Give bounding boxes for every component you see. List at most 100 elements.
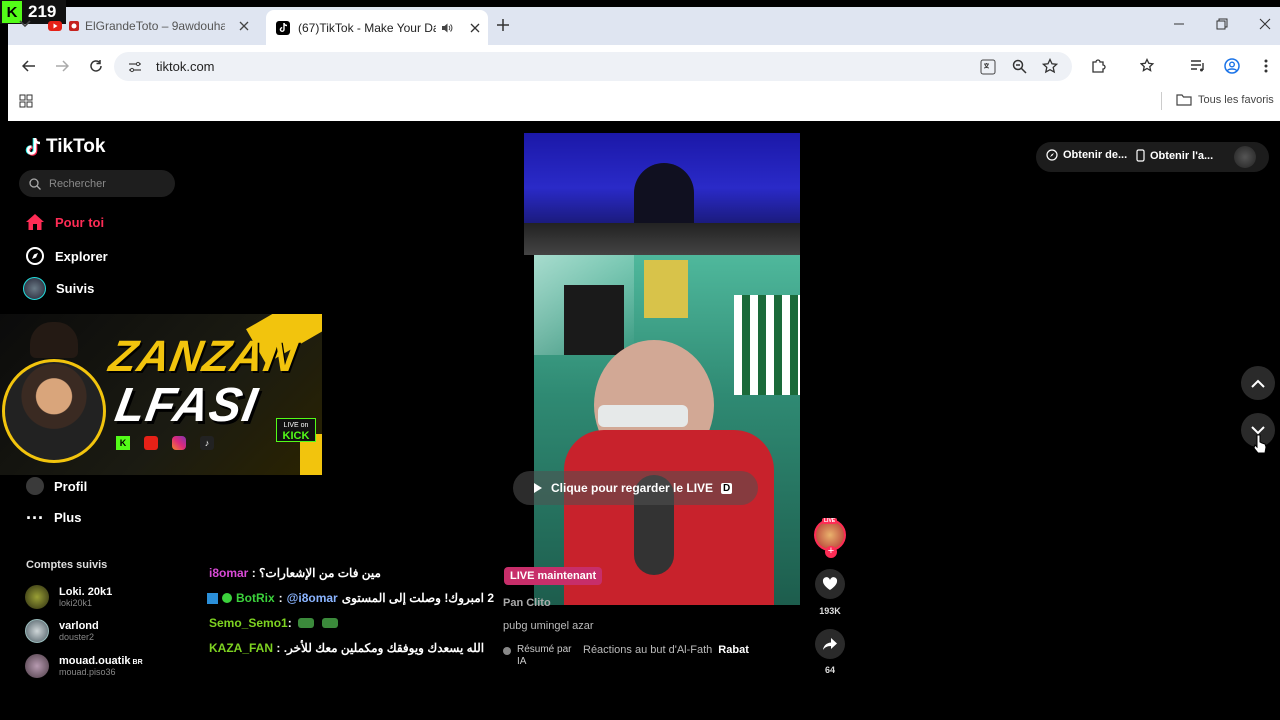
folder-label: Tous les favoris [1198,93,1274,106]
bookmarks-bar [8,88,1280,121]
follow-plus-icon[interactable]: + [825,546,837,558]
account-handle: douster2 [59,632,95,642]
related-text: Réactions au but d'Al-Fath [583,644,713,656]
back-button[interactable] [15,52,43,80]
translate-icon[interactable] [980,59,996,75]
extensions-button[interactable] [1084,52,1112,80]
chat-text: الله يسعدك ويوفقك ومكملين معك للأخر. [283,641,485,655]
avatar [25,619,49,643]
followed-account[interactable]: mouad.ouatik BR mouad.piso36 [25,654,143,678]
video-live-stream[interactable] [534,255,800,605]
speaker-icon[interactable] [441,22,453,34]
followed-account[interactable]: varlond douster2 [25,619,99,643]
chevron-up-icon [1251,379,1265,388]
banner-socials: K ♪ [116,436,214,450]
tab-search-button[interactable] [16,14,34,32]
sunglasses [598,405,688,427]
account-badge: BR [132,659,143,666]
media-control-button[interactable] [1184,52,1212,80]
arrow-right-icon [56,60,69,72]
avatar-live-badge: LIVE [822,518,838,524]
share-icon [823,638,837,650]
nav-label: Profil [54,478,88,494]
restore-button[interactable] [1216,18,1228,30]
zoom-icon[interactable] [1012,59,1027,74]
creator-avatar[interactable]: LIVE + [814,518,846,558]
chat-text: مين فات من الإشعارات؟ [259,566,381,580]
previous-video-button[interactable] [1241,366,1275,400]
new-tab-button[interactable] [496,18,510,32]
chat-user: i8omar [209,566,249,580]
compass-icon [1046,149,1058,161]
like-count: 193K [819,606,841,616]
get-app-label: Obtenir de... [1063,149,1128,161]
chat-message: i8omar : مين فات من الإشعارات؟ [209,566,381,580]
kick-live-badge: LIVE on KICK [276,418,316,442]
folder-icon [1176,94,1192,106]
minimize-button[interactable] [1173,18,1185,30]
window-close-button[interactable] [1259,18,1271,30]
puzzle-icon [1092,59,1106,73]
youtube-icon [144,436,158,450]
kick-live-platform: KICK [282,430,310,442]
account-icon [1224,58,1240,74]
chat-message: Semo_Semo1 : [209,616,338,630]
followed-heading: Comptes suivis [26,559,108,571]
share-button[interactable] [815,629,845,659]
banner-title-line2: LFASI [111,379,262,432]
reload-button[interactable] [82,52,110,80]
chat-mention: @i8omar [286,591,338,605]
close-icon [1259,18,1271,30]
video-description: pubg umingel azar [503,620,594,632]
related-bold: Rabat [718,644,749,656]
all-bookmarks-folder[interactable]: Tous les favoris [1176,93,1274,106]
nav-profil[interactable]: Profil [26,477,87,495]
like-button[interactable] [815,569,845,599]
followed-account[interactable]: Loki. 20k1 loki20k1 [25,585,112,609]
forward-button[interactable] [48,52,76,80]
nav-label: Explorer [55,248,108,264]
dj-deck [524,223,800,255]
bookmarks-divider [1161,92,1162,110]
apps-button[interactable] [19,94,33,108]
close-icon[interactable] [239,21,249,31]
chevron-down-icon [19,20,31,28]
get-desktop-app-button[interactable]: Obtenir de... [1046,149,1127,161]
shortcut-key: D [721,482,733,494]
search-input[interactable]: Rechercher [19,170,175,197]
user-avatar[interactable] [1234,146,1256,168]
tab-title: (67)TikTok - Make Your Day [298,20,436,35]
watch-live-label: Clique pour regarder le LIVE [551,481,714,495]
bot-badge-icon [207,592,218,604]
watch-live-button[interactable]: Clique pour regarder le LIVE D [513,471,758,505]
nav-plus[interactable]: ··· Plus [26,509,82,527]
nav-label: Plus [54,510,82,525]
ai-summary[interactable]: Résumé par IA Réactions au but d'Al-Fath… [503,644,749,668]
get-mobile-label: Obtenir l'a... [1150,149,1214,162]
chat-separator: : [287,616,292,630]
creator-name[interactable]: Pan Clito [503,597,551,609]
jersey-black [564,285,624,355]
bookmark-star-icon[interactable] [1042,58,1058,74]
tab-youtube[interactable]: ElGrandeToto – 9awdouha ( [48,7,263,45]
tiktok-logo[interactable]: TikTok [25,136,105,158]
address-bar[interactable]: tiktok.com [114,52,1072,81]
nav-explorer[interactable]: Explorer [25,246,108,266]
minimize-icon [1174,23,1184,25]
streamer-avatar [2,359,106,463]
playlist-icon [1191,60,1204,72]
close-icon[interactable] [470,23,480,33]
chat-separator: : [248,566,260,580]
tiktok-icon: ♪ [200,436,214,450]
favorites-button[interactable] [1134,52,1162,80]
menu-button[interactable] [1252,52,1280,80]
get-mobile-app-button[interactable]: Obtenir l'a... [1136,149,1213,162]
nav-suivis[interactable]: Suivis [23,277,94,300]
account-name: Loki. 20k1 [59,586,113,598]
streamer-hair [30,322,78,358]
tab-tiktok[interactable]: (67)TikTok - Make Your Day [266,10,488,45]
account-handle: mouad.piso36 [59,667,116,677]
profile-button[interactable] [1218,52,1246,80]
nav-pour-toi[interactable]: Pour toi [25,213,104,231]
youtube-icon [48,21,62,31]
